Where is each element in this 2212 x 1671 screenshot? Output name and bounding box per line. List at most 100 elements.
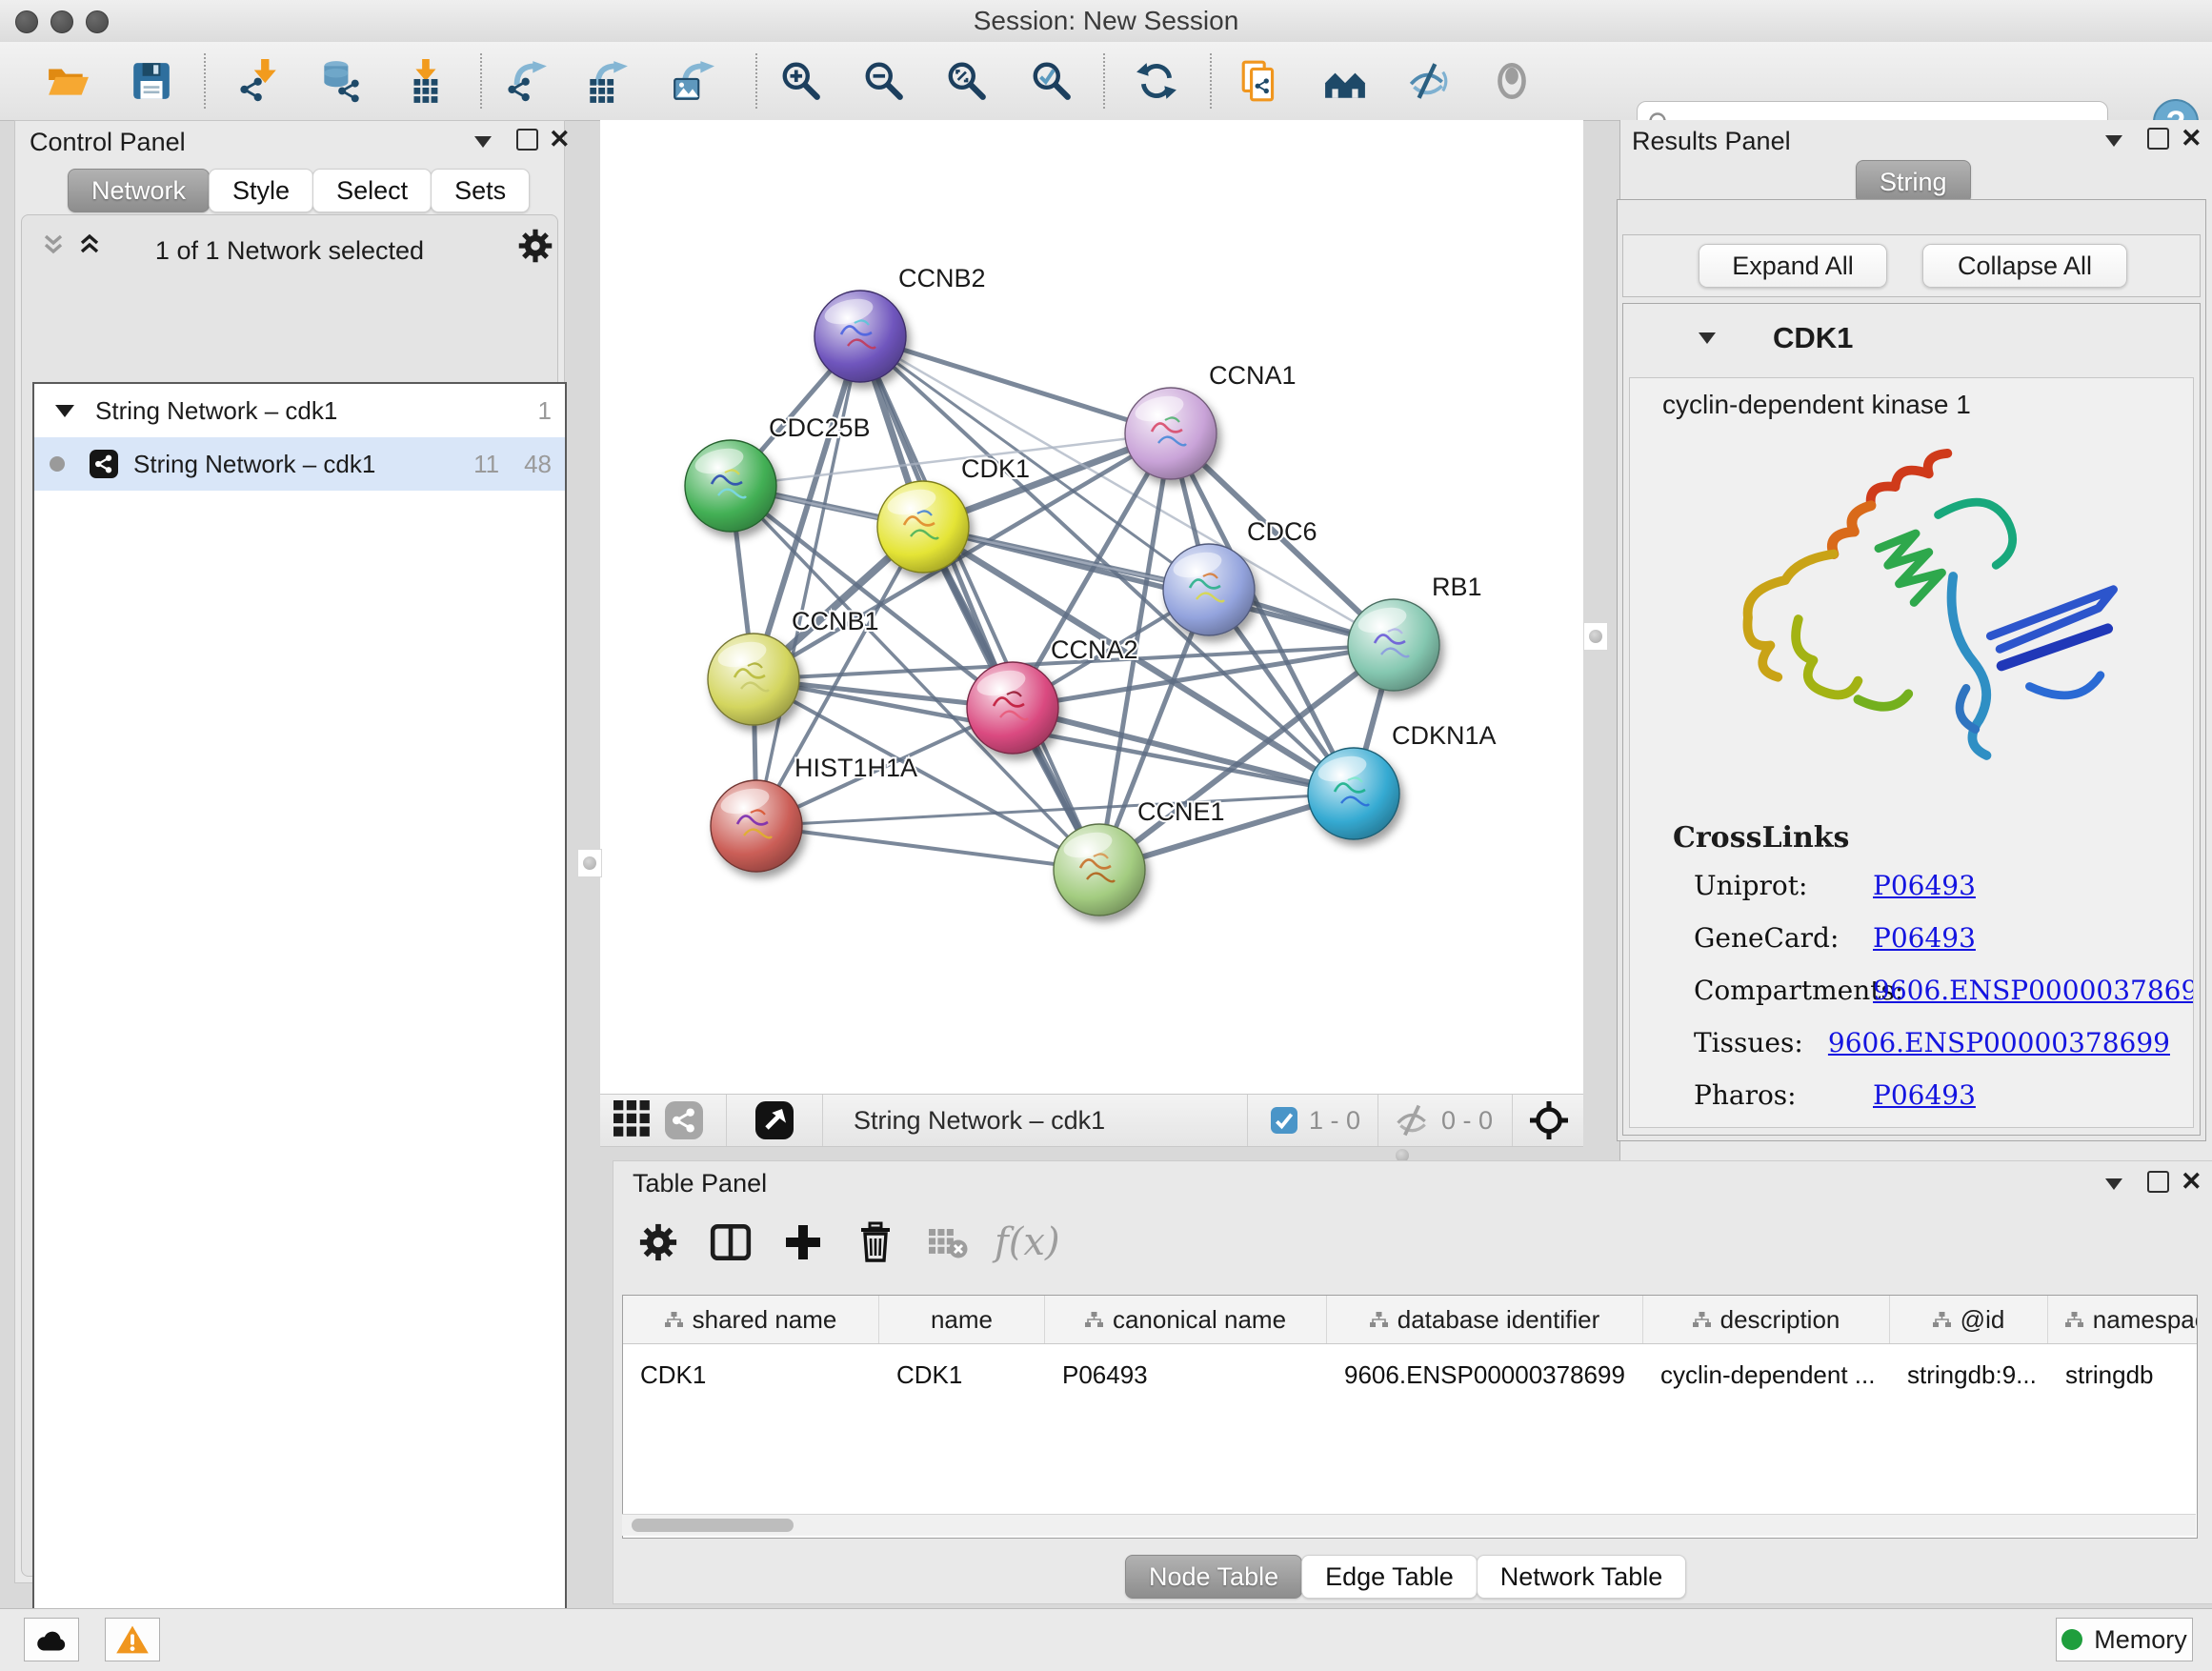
network-view[interactable]: CCNB2CCNA1CDC25BCDK1CDC6RB1CCNB1CCNA2CDK… bbox=[600, 120, 1583, 1094]
import-network-database-button[interactable] bbox=[312, 54, 366, 108]
refresh-button[interactable] bbox=[1130, 54, 1183, 108]
tab-network-table[interactable]: Network Table bbox=[1477, 1555, 1687, 1599]
crosslink-link[interactable]: P06493 bbox=[1873, 1079, 1976, 1111]
table-options-gear-icon[interactable] bbox=[633, 1217, 684, 1268]
save-session-button[interactable] bbox=[125, 54, 178, 108]
hide-selected-button[interactable] bbox=[1401, 54, 1455, 108]
column-header-description[interactable]: description bbox=[1643, 1296, 1890, 1343]
zoom-out-button[interactable] bbox=[857, 54, 911, 108]
network-collection-row[interactable]: String Network – cdk1 1 bbox=[34, 384, 565, 437]
right-splitter-handle[interactable] bbox=[1583, 622, 1608, 651]
import-network-file-button[interactable] bbox=[232, 54, 286, 108]
edge-CCNB2-CCNA1[interactable] bbox=[860, 336, 1171, 433]
tab-node-table[interactable]: Node Table bbox=[1125, 1555, 1302, 1599]
network-row[interactable]: String Network – cdk1 11 48 bbox=[34, 437, 565, 491]
edge-HIST1H1A-CCNE1[interactable] bbox=[756, 826, 1099, 870]
column-header-namespace[interactable]: namespace bbox=[2048, 1296, 2198, 1343]
cell-canonical-name[interactable]: P06493 bbox=[1045, 1351, 1327, 1399]
node-CCNA2[interactable] bbox=[967, 662, 1058, 754]
crosslink-row: Tissues:9606.ENSP00000378699 bbox=[1694, 1017, 2170, 1069]
column-header-name[interactable]: name bbox=[879, 1296, 1045, 1343]
zoom-selected-button[interactable] bbox=[1025, 54, 1078, 108]
column-header-@id[interactable]: @id bbox=[1890, 1296, 2048, 1343]
cell-shared-name[interactable]: CDK1 bbox=[623, 1351, 879, 1399]
results-panel-maximize-icon[interactable] bbox=[2147, 128, 2169, 150]
cell-database-identifier[interactable]: 9606.ENSP00000378699 bbox=[1327, 1351, 1643, 1399]
edge-CCNB2-CCNE1[interactable] bbox=[860, 336, 1099, 870]
left-splitter-handle[interactable] bbox=[577, 849, 602, 877]
crosslink-link[interactable]: P06493 bbox=[1873, 870, 1976, 901]
gene-collapse-icon[interactable] bbox=[1699, 332, 1716, 344]
crosslink-link[interactable]: P06493 bbox=[1873, 922, 1976, 954]
node-CDC25B[interactable] bbox=[685, 440, 776, 532]
cell-@id[interactable]: stringdb:9... bbox=[1890, 1351, 2048, 1399]
export-network-button[interactable] bbox=[500, 54, 553, 108]
column-header-shared-name[interactable]: shared name bbox=[623, 1296, 879, 1343]
export-table-button[interactable] bbox=[581, 54, 634, 108]
delete-table-icon[interactable] bbox=[922, 1217, 974, 1268]
add-column-icon[interactable] bbox=[777, 1217, 829, 1268]
tab-string[interactable]: String bbox=[1856, 160, 1971, 204]
node-CCNA1[interactable] bbox=[1125, 388, 1217, 479]
function-builder-icon[interactable]: f(x) bbox=[995, 1217, 1060, 1268]
node-CDKN1A[interactable] bbox=[1308, 748, 1399, 839]
network-graph[interactable]: CCNB2CCNA1CDC25BCDK1CDC6RB1CCNB1CCNA2CDK… bbox=[600, 120, 1583, 1094]
delete-column-trash-icon[interactable] bbox=[850, 1217, 901, 1268]
crosslink-link[interactable]: 9606.ENSP00000378699 bbox=[1828, 1027, 2170, 1058]
gene-details: cyclin-dependent kinase 1 CrossLinks Uni… bbox=[1629, 377, 2194, 1128]
tab-network[interactable]: Network bbox=[68, 169, 210, 212]
column-header-database-identifier[interactable]: database identifier bbox=[1327, 1296, 1643, 1343]
node-CCNB1[interactable] bbox=[708, 634, 799, 725]
edge-CDK1-RB1[interactable] bbox=[923, 527, 1394, 645]
table-hscrollbar[interactable] bbox=[622, 1514, 2196, 1536]
table-panel-close-icon[interactable]: ✕ bbox=[2181, 1171, 2202, 1192]
collapse-all-button[interactable]: Collapse All bbox=[1922, 244, 2127, 288]
warnings-button[interactable] bbox=[105, 1618, 160, 1661]
node-CDK1[interactable] bbox=[877, 481, 969, 573]
control-panel-close-icon[interactable]: ✕ bbox=[549, 129, 571, 150]
hidden-eye-slash-icon[interactable] bbox=[1394, 1101, 1432, 1139]
table-hscrollbar-thumb[interactable] bbox=[632, 1519, 794, 1532]
node-CDC6[interactable] bbox=[1163, 544, 1255, 635]
results-panel-close-icon[interactable]: ✕ bbox=[2181, 128, 2202, 149]
export-view-icon[interactable] bbox=[755, 1101, 794, 1139]
tab-style[interactable]: Style bbox=[209, 169, 313, 212]
cloud-status-button[interactable] bbox=[24, 1618, 79, 1661]
show-column-icon[interactable] bbox=[705, 1217, 756, 1268]
edge-CCNB2-HIST1H1A[interactable] bbox=[756, 336, 860, 826]
memory-button[interactable]: Memory bbox=[2056, 1618, 2193, 1661]
fit-selected-crosshair-icon[interactable] bbox=[1528, 1099, 1570, 1141]
cell-name[interactable]: CDK1 bbox=[879, 1351, 1045, 1399]
control-panel-float-icon[interactable] bbox=[474, 136, 492, 148]
crosslink-link[interactable]: 9606.ENSP00000378699 bbox=[1873, 975, 2194, 1006]
collection-expand-icon[interactable] bbox=[55, 405, 74, 417]
import-table-file-button[interactable] bbox=[400, 54, 453, 108]
tab-select[interactable]: Select bbox=[312, 169, 432, 212]
results-panel-float-icon[interactable] bbox=[2105, 135, 2122, 147]
birdseye-grid-icon[interactable] bbox=[613, 1100, 650, 1141]
node-HIST1H1A[interactable] bbox=[711, 780, 802, 872]
open-in-cytoscape-web-button[interactable] bbox=[1234, 54, 1287, 108]
table-panel-float-icon[interactable] bbox=[2105, 1178, 2122, 1190]
cell-description[interactable]: cyclin-dependent ... bbox=[1643, 1351, 1890, 1399]
open-session-button[interactable] bbox=[41, 54, 94, 108]
node-CCNE1[interactable] bbox=[1054, 824, 1145, 916]
show-all-button[interactable] bbox=[1485, 54, 1538, 108]
selected-checkbox-icon[interactable] bbox=[1271, 1107, 1297, 1134]
zoom-in-button[interactable] bbox=[774, 54, 828, 108]
string-network-icon bbox=[90, 450, 118, 478]
node-CCNB2[interactable] bbox=[814, 291, 906, 382]
string-view-icon[interactable] bbox=[665, 1101, 703, 1139]
control-panel-maximize-icon[interactable] bbox=[516, 129, 538, 151]
table-panel-maximize-icon[interactable] bbox=[2147, 1171, 2169, 1193]
expand-all-button[interactable]: Expand All bbox=[1699, 244, 1887, 288]
export-image-button[interactable] bbox=[666, 54, 719, 108]
home-button[interactable] bbox=[1318, 54, 1372, 108]
column-header-canonical-name[interactable]: canonical name bbox=[1045, 1296, 1327, 1343]
zoom-fit-button[interactable] bbox=[940, 54, 994, 108]
node-RB1[interactable] bbox=[1348, 599, 1439, 691]
network-options-gear-icon[interactable] bbox=[517, 228, 553, 269]
tab-edge-table[interactable]: Edge Table bbox=[1301, 1555, 1478, 1599]
cell-namespace[interactable]: stringdb bbox=[2048, 1351, 2198, 1399]
tab-sets[interactable]: Sets bbox=[431, 169, 530, 212]
